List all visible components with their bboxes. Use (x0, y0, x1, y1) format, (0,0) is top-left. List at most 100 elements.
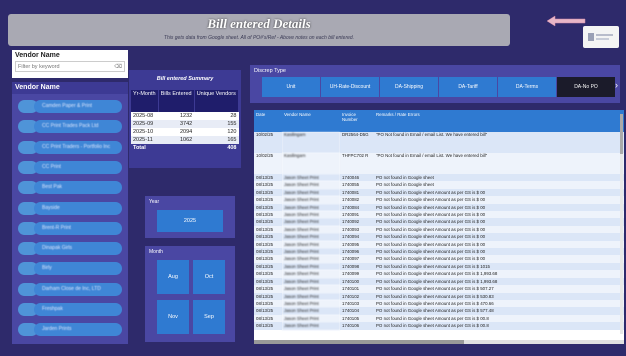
cell-invoice-number: 1740100 (340, 277, 374, 286)
vendor-list-header: Vendor Name (12, 82, 128, 94)
vendor-list-item[interactable]: Camden Paper & Print (18, 99, 122, 113)
cell-invoice-number: 1740102 (340, 292, 374, 300)
vendor-list-item[interactable]: Bayside (18, 201, 122, 215)
vendor-list-item[interactable]: CC Print Trades Pack Ltd (18, 119, 122, 134)
cell-remarks: PO not found in Google sheet Amount as p… (374, 248, 624, 256)
cell-invoice-number: 1740105 (340, 314, 374, 323)
cell-remarks: PO not found in Google sheet Amount as p… (374, 211, 624, 219)
cell-date: 08/13/25 (254, 240, 282, 249)
cell-date: 08/13/25 (254, 203, 282, 212)
table-row[interactable]: 08/13/25 Jason Sheet Print 1740093 PO not f… (254, 225, 624, 234)
table-row[interactable]: 10/02/25 Kasilingam DR2564-D5G "PO Not foun… (254, 132, 624, 153)
table-row[interactable]: 08/13/25 Jason Sheet Print 1740101 PO not f… (254, 285, 624, 293)
horizontal-scroll-thumb[interactable] (254, 340, 464, 344)
discrep-type-slicer: Discrep Type Unit UH-Rate-Discount DA-Ship… (250, 65, 620, 103)
vendor-item-label: Dinapak Girls (42, 245, 73, 252)
cell-date: 08/13/25 (254, 270, 282, 278)
vendor-list-item[interactable]: Darham Close de Inc, LTD (18, 282, 122, 296)
cell-vendor-name: Jason Sheet Print (282, 174, 340, 182)
vendor-list-item[interactable]: Dinapak Girls (18, 241, 122, 256)
table-row[interactable]: 08/13/25 Jason Sheet Print 1740106 PO not f… (254, 322, 624, 330)
year-button[interactable]: 2025 (157, 210, 223, 232)
table-row[interactable]: 08/13/25 Jason Sheet Print 1740081 PO not f… (254, 188, 624, 197)
table-row[interactable]: 08/13/25 Jason Sheet Print 1740091 PO not f… (254, 211, 624, 219)
discrep-option-button[interactable]: DA-Tariff (439, 77, 497, 97)
summary-col-header[interactable]: Yr-Month (131, 90, 159, 112)
vendor-list-item[interactable]: CC Print Traders - Portfolio Inc (18, 140, 122, 154)
discrep-option-button[interactable]: DA-Shipping (380, 77, 438, 97)
cell-vendor-name: Kasilingam (282, 132, 340, 153)
summary-col-header[interactable]: Unique Vendors (194, 90, 240, 112)
discrep-option-button[interactable]: DA-Terms (498, 77, 556, 97)
cell-date: 08/13/25 (254, 314, 282, 323)
cell-invoice-number: 1740096 (340, 248, 374, 256)
month-button-sep[interactable]: Sep (193, 300, 225, 334)
cell-invoice-number: 1740095 (340, 240, 374, 249)
table-row[interactable]: 08/13/25 Jason Sheet Print 1740103 PO not f… (254, 299, 624, 308)
vendor-list-item[interactable]: CC Print (18, 160, 122, 174)
table-row[interactable]: 08/13/25 Jason Sheet Print 1740099 PO not f… (254, 270, 624, 278)
table-row[interactable]: 08/13/25 Jason Sheet Print 1740082 PO not f… (254, 196, 624, 204)
table-row[interactable]: 08/13/25 Jason Sheet Print 1740094 PO not f… (254, 233, 624, 241)
cell-remarks: PO not found in Google sheet Amount as p… (374, 322, 624, 330)
back-arrow-icon[interactable] (545, 14, 587, 28)
table-row[interactable]: 08/13/25 Jason Sheet Print 1740095 PO not f… (254, 240, 624, 249)
vendor-list-item[interactable]: Freshpak (18, 302, 122, 316)
table-row[interactable]: 08/13/25 Jason Sheet Print 1740102 PO not f… (254, 292, 624, 300)
summary-cell: 28 (194, 112, 239, 120)
clear-filter-icon[interactable]: ⌫ (114, 64, 122, 70)
table-row[interactable]: 08/13/25 Jason Sheet Print 1740055 PO not f… (254, 181, 624, 189)
month-button-oct[interactable]: Oct (193, 260, 225, 294)
table-row[interactable]: 08/13/25 Jason Sheet Print 1740092 PO not f… (254, 218, 624, 226)
discrep-option-button[interactable]: UH-Rate-Discount (321, 77, 379, 97)
cell-remarks: PO not found in Google sheet Amount as p… (374, 307, 624, 315)
table-row[interactable]: 08/13/25 Jason Sheet Print 1740098 PO not f… (254, 262, 624, 271)
cell-vendor-name: Jason Sheet Print (282, 240, 340, 249)
cell-invoice-number: DR2564-D5G (340, 132, 374, 153)
vertical-scroll-thumb[interactable] (620, 114, 623, 154)
col-date[interactable]: Date (254, 110, 282, 132)
table-row[interactable]: 08/13/25 Jason Sheet Print 1740046 PO not f… (254, 174, 624, 182)
table-row[interactable]: 08/13/25 Jason Sheet Print 1740097 PO not f… (254, 255, 624, 263)
cell-date: 08/13/25 (254, 255, 282, 263)
cell-remarks: PO not found in Google sheet Amount as p… (374, 285, 624, 293)
horizontal-scrollbar[interactable] (254, 340, 624, 344)
cell-date: 10/02/25 (254, 153, 282, 174)
summary-cell: 2025-08 (131, 112, 159, 120)
vendor-search-input[interactable]: Filter by keyword ⌫ (15, 61, 125, 72)
cell-vendor-name: Jason Sheet Print (282, 233, 340, 241)
cell-date: 08/13/25 (254, 188, 282, 197)
vendor-list-item[interactable]: Best Pak (18, 180, 122, 195)
col-vendor-name[interactable]: Vendor Name (282, 110, 340, 132)
month-button-aug[interactable]: Aug (157, 260, 189, 294)
col-remarks[interactable]: Remarks / Rate Errors (374, 110, 624, 132)
cell-remarks: PO not found in Google sheet Amount as p… (374, 270, 624, 278)
vendor-item-label: CC Print Trades Pack Ltd (42, 123, 99, 130)
cell-date: 08/13/25 (254, 285, 282, 293)
vendor-list-item[interactable]: Jarden Prints (18, 322, 122, 337)
table-row[interactable]: 08/13/25 Jason Sheet Print 1740100 PO not f… (254, 277, 624, 286)
cell-remarks: PO not found in Google sheet Amount as p… (374, 233, 624, 241)
vendor-list-item[interactable]: Brent-R Print (18, 221, 122, 235)
col-invoice-number[interactable]: Invoice Number (340, 110, 374, 132)
month-button-nov[interactable]: Nov (157, 300, 189, 334)
discrep-option-button[interactable]: DA-No PO (557, 77, 615, 97)
cell-vendor-name: Kasilingam (282, 153, 340, 174)
chevron-right-icon[interactable]: › (615, 80, 618, 90)
summary-cell: 1062 (158, 136, 195, 144)
table-row[interactable]: 08/13/25 Jason Sheet Print 1740104 PO not f… (254, 307, 624, 315)
summary-total-value: 408 (194, 144, 239, 152)
vendor-list-item[interactable]: Birly (18, 261, 122, 276)
vendor-filter-slicer: Vendor Name Filter by keyword ⌫ (12, 50, 128, 78)
table-row[interactable]: 08/13/25 Jason Sheet Print 1740096 PO not f… (254, 248, 624, 256)
discrep-option-button[interactable]: Unit (262, 77, 320, 97)
summary-row: 2025-11 1062 165 (131, 136, 239, 144)
vendor-item-label: Brent-R Print (42, 224, 71, 231)
table-row[interactable]: 08/13/25 Jason Sheet Print 1740105 PO not f… (254, 314, 624, 323)
cell-vendor-name: Jason Sheet Print (282, 203, 340, 212)
table-row[interactable]: 08/13/25 Jason Sheet Print 1740084 PO not f… (254, 203, 624, 212)
cell-invoice-number: 1740101 (340, 285, 374, 293)
cell-vendor-name: Jason Sheet Print (282, 322, 340, 330)
table-row[interactable]: 10/02/25 Kasilingam THFPC702 R "PO Not foun… (254, 153, 624, 174)
summary-col-header[interactable]: Bills Entered (158, 90, 195, 112)
